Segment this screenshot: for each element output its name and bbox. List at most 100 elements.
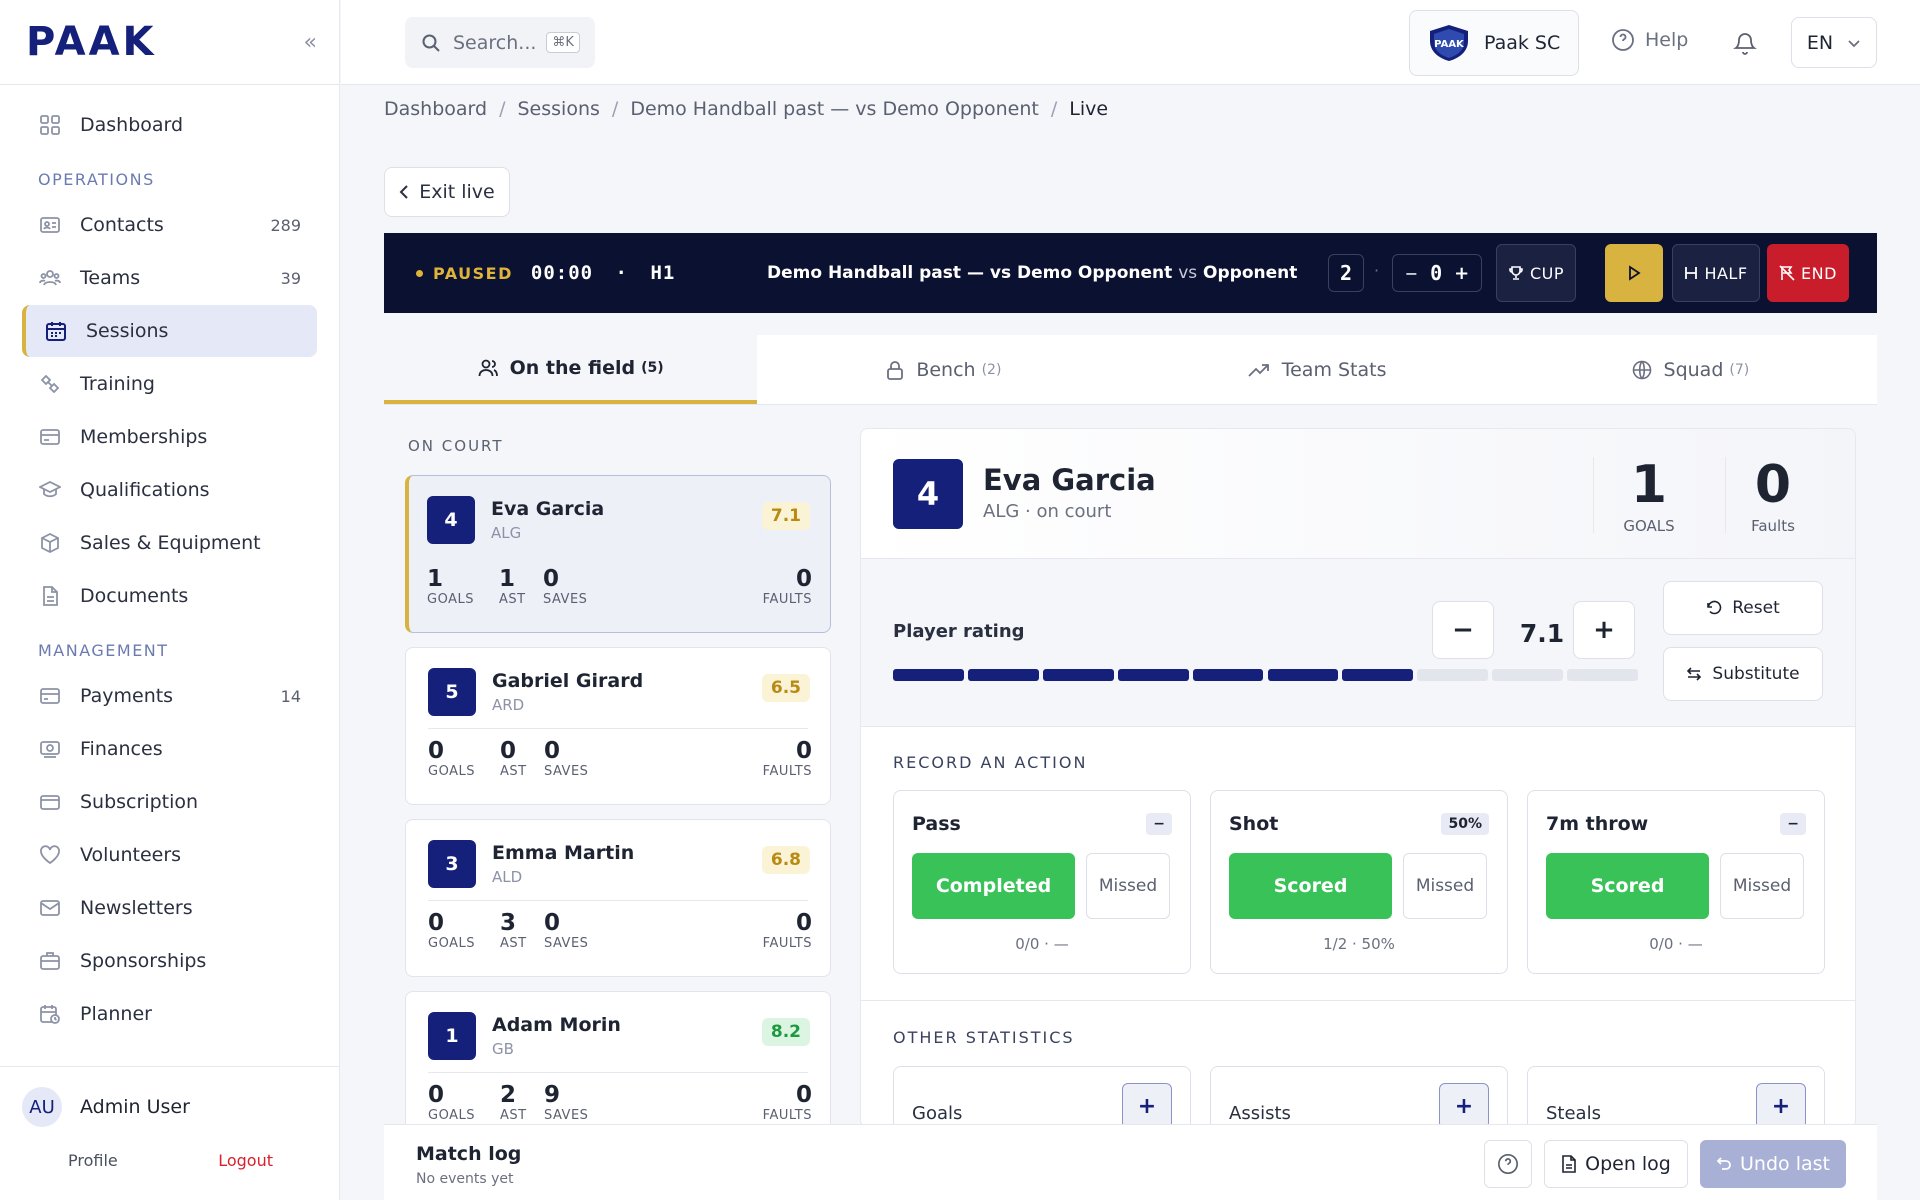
- sidebar-item-documents[interactable]: Documents: [22, 570, 317, 622]
- on-court-heading: ON COURT: [408, 437, 504, 455]
- nav-section-management: MANAGEMENT: [38, 641, 169, 660]
- briefcase-icon: [38, 949, 62, 973]
- user-row[interactable]: AU Admin User: [22, 1087, 317, 1127]
- shot-scored-button[interactable]: Scored: [1229, 853, 1392, 919]
- stat-value: 0: [428, 1082, 445, 1108]
- heart-icon: [38, 843, 62, 867]
- add-assist-button[interactable]: +: [1439, 1083, 1489, 1127]
- sidebar-item-volunteers[interactable]: Volunteers: [22, 829, 317, 881]
- sidebar-item-dashboard[interactable]: Dashboard: [22, 99, 317, 151]
- sidebar-nav: Dashboard OPERATIONS Contacts 289 Teams …: [0, 85, 339, 1040]
- sidebar-item-contacts[interactable]: Contacts 289: [22, 199, 317, 251]
- mail-icon: [38, 896, 62, 920]
- tab-label: Squad: [1663, 358, 1724, 381]
- breadcrumb-separator: /: [611, 98, 619, 120]
- breadcrumb-sessions[interactable]: Sessions: [518, 98, 600, 120]
- logo[interactable]: PAAK: [26, 19, 157, 65]
- tab-on-the-field[interactable]: On the field (5): [384, 335, 758, 404]
- sidebar-item-sales-equipment[interactable]: Sales & Equipment: [22, 517, 317, 569]
- breadcrumb-match[interactable]: Demo Handball past — vs Demo Opponent: [630, 98, 1039, 120]
- collapse-sidebar-icon[interactable]: «: [304, 30, 317, 55]
- undo-label: Undo last: [1740, 1153, 1830, 1175]
- away-score: 0: [1430, 261, 1443, 285]
- sidebar-item-finances[interactable]: Finances: [22, 723, 317, 775]
- breadcrumb-dashboard[interactable]: Dashboard: [384, 98, 487, 120]
- help-label: Help: [1645, 29, 1689, 51]
- action-badge: 50%: [1441, 813, 1489, 835]
- sidebar-item-label: Contacts: [80, 214, 164, 236]
- exit-live-button[interactable]: Exit live: [384, 167, 510, 217]
- pass-missed-button[interactable]: Missed: [1086, 853, 1170, 919]
- stat-label: AST: [500, 936, 527, 951]
- rating-segment: [1492, 669, 1564, 681]
- profile-link[interactable]: Profile: [68, 1151, 118, 1170]
- stat-label: SAVES: [544, 1108, 589, 1123]
- stat-label: SAVES: [544, 936, 589, 951]
- player-name: Adam Morin: [492, 1014, 621, 1036]
- reset-button[interactable]: Reset: [1663, 581, 1823, 635]
- notifications-bell-icon[interactable]: [1733, 30, 1757, 60]
- user-links: Profile Logout: [22, 1127, 317, 1170]
- shot-missed-button[interactable]: Missed: [1403, 853, 1487, 919]
- half-button[interactable]: HALF: [1672, 244, 1760, 302]
- sidebar-item-sponsorships[interactable]: Sponsorships: [22, 935, 317, 987]
- player-card[interactable]: 3 Emma Martin ALD 6.8 0 GOALS 3 AST 0 SAVES…: [405, 819, 831, 977]
- away-score-minus[interactable]: −: [1405, 264, 1418, 283]
- player-name: Gabriel Girard: [492, 670, 644, 692]
- end-match-button[interactable]: END: [1767, 244, 1849, 302]
- action-title: Shot: [1229, 813, 1279, 835]
- pass-completed-button[interactable]: Completed: [912, 853, 1075, 919]
- rating-decrease-button[interactable]: −: [1432, 601, 1494, 659]
- player-card[interactable]: 4 Eva Garcia ALG 7.1 1 GOALS 1 AST 0 SAVES …: [405, 475, 831, 633]
- rating-segment: [1042, 669, 1114, 681]
- sidebar-item-planner[interactable]: Planner: [22, 988, 317, 1040]
- tab-label: Team Stats: [1281, 358, 1387, 381]
- sidebar-item-qualifications[interactable]: Qualifications: [22, 464, 317, 516]
- match-title: Demo Handball past — vs Demo Opponent vs…: [767, 263, 1297, 283]
- substitute-button[interactable]: Substitute: [1663, 647, 1823, 701]
- stat-label: AST: [499, 592, 526, 607]
- sidebar-item-teams[interactable]: Teams 39: [22, 252, 317, 304]
- tab-count: (2): [981, 361, 1002, 378]
- sidebar: PAAK « Dashboard OPERATIONS Contacts 289…: [0, 0, 340, 1200]
- undo-last-button[interactable]: Undo last: [1700, 1140, 1846, 1188]
- match-log-help-button[interactable]: [1484, 1140, 1532, 1188]
- add-steal-button[interactable]: +: [1756, 1083, 1806, 1127]
- chevron-left-icon: [399, 184, 409, 200]
- sidebar-item-subscription[interactable]: Subscription: [22, 776, 317, 828]
- help-button[interactable]: Help: [1611, 28, 1688, 52]
- search-box[interactable]: Search... ⌘K: [405, 17, 595, 68]
- training-icon: [38, 372, 62, 396]
- add-goal-button[interactable]: +: [1122, 1083, 1172, 1127]
- language-value: EN: [1806, 31, 1834, 54]
- player-goals: 0 GOALS: [428, 910, 475, 951]
- tab-squad[interactable]: Squad (7): [1504, 335, 1877, 404]
- sidebar-item-memberships[interactable]: Memberships: [22, 411, 317, 463]
- stat-label: SAVES: [543, 592, 588, 607]
- stat-label: GOALS: [428, 936, 475, 951]
- rating-increase-button[interactable]: +: [1573, 601, 1635, 659]
- club-switcher[interactable]: PAAK Paak SC: [1409, 10, 1579, 76]
- tab-bench[interactable]: Bench (2): [757, 335, 1130, 404]
- 7m-missed-button[interactable]: Missed: [1720, 853, 1804, 919]
- cup-button[interactable]: CUP: [1496, 244, 1576, 302]
- player-card[interactable]: 1 Adam Morin GB 8.2 0 GOALS 2 AST 9 SAVES 0…: [405, 991, 831, 1124]
- open-log-button[interactable]: Open log: [1544, 1140, 1688, 1188]
- 7m-scored-button[interactable]: Scored: [1546, 853, 1709, 919]
- tab-team-stats[interactable]: Team Stats: [1131, 335, 1504, 404]
- stat-value: 0: [428, 910, 445, 936]
- player-faults: 0 FAULTS: [763, 566, 812, 607]
- sidebar-item-training[interactable]: Training: [22, 358, 317, 410]
- player-assists: 1 AST: [499, 566, 526, 607]
- player-card[interactable]: 5 Gabriel Girard ARD 6.5 0 GOALS 0 AST 0 SA…: [405, 647, 831, 805]
- logout-link[interactable]: Logout: [218, 1151, 273, 1170]
- away-score-plus[interactable]: +: [1454, 263, 1469, 284]
- play-button[interactable]: [1605, 244, 1663, 302]
- sidebar-item-payments[interactable]: Payments 14: [22, 670, 317, 722]
- detail-faults-label: Faults: [1751, 517, 1795, 535]
- club-crest-text: PAAK: [1434, 39, 1465, 50]
- language-select[interactable]: EN: [1791, 17, 1877, 68]
- sidebar-item-newsletters[interactable]: Newsletters: [22, 882, 317, 934]
- player-faults: 0 FAULTS: [763, 738, 812, 779]
- sidebar-item-sessions[interactable]: Sessions: [22, 305, 317, 357]
